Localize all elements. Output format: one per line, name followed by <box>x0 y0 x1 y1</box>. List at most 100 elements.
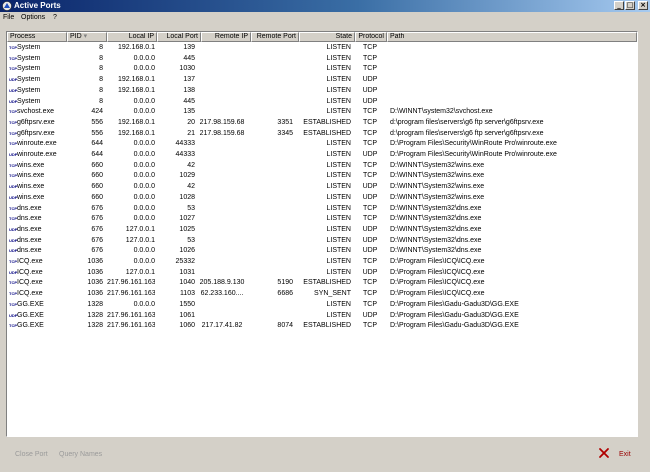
table-row[interactable]: TCP g6ftpsrv.exe 556 192.168.0.1 20 217.98.15… <box>7 118 637 129</box>
table-row[interactable]: UDP dns.exe 676 127.0.0.1 1025 LISTEN UDP D:\WI… <box>7 225 637 236</box>
cell-remote-ip: 217.98.159.68 <box>199 129 245 137</box>
cell-state: LISTEN <box>326 54 351 62</box>
table-row[interactable]: UDP ICQ.exe 1036 127.0.0.1 1031 LISTEN UDP D:\P… <box>7 268 637 279</box>
table-row[interactable]: TCP System 8 0.0.0.0 1030 LISTEN TCP <box>7 64 637 75</box>
cell-pid: 660 <box>91 172 103 180</box>
close-port-button[interactable]: Close Port <box>15 450 48 460</box>
table-row[interactable]: UDP wins.exe 660 0.0.0.0 1028 LISTEN UDP D:\WIN… <box>7 193 637 204</box>
table-row[interactable]: TCP ICQ.exe 1036 217.96.161.163 1103 62.233.1… <box>7 289 637 300</box>
cell-local-port: 20 <box>187 118 195 126</box>
cell-state: LISTEN <box>326 311 351 319</box>
cell-pid: 1036 <box>87 279 103 287</box>
cell-local-ip: 217.96.161.163 <box>107 290 155 298</box>
menu-options[interactable]: Options <box>21 13 45 22</box>
table-row[interactable]: TCP GG.EXE 1328 217.96.161.163 1060 217.17.41… <box>7 321 637 332</box>
cell-remote-ip: 217.98.159.68 <box>199 118 245 126</box>
table-row[interactable]: TCP g6ftpsrv.exe 556 192.168.0.1 21 217.98.15… <box>7 129 637 140</box>
exit-button[interactable]: Exit <box>619 450 631 460</box>
table-row[interactable]: TCP wins.exe 660 0.0.0.0 42 LISTEN TCP D:\WINNT… <box>7 161 637 172</box>
table-row[interactable]: TCP dns.exe 676 0.0.0.0 1027 LISTEN TCP D:\WINN… <box>7 214 637 225</box>
cell-local-port: 1060 <box>179 322 195 330</box>
cell-state: LISTEN <box>326 183 351 191</box>
cell-local-port: 1029 <box>179 172 195 180</box>
cell-path: D:\WINNT\System32\dns.exe <box>390 247 482 255</box>
table-row[interactable]: TCP svchost.exe 424 0.0.0.0 135 LISTEN TCP D:\W… <box>7 107 637 118</box>
close-window-button[interactable]: × <box>638 1 648 10</box>
cell-local-ip: 0.0.0.0 <box>133 97 155 105</box>
cell-local-port: 1031 <box>179 268 195 276</box>
cell-remote-port: 6686 <box>277 290 293 298</box>
cell-path: d:\program files\servers\g6 ftp server\g… <box>390 118 544 126</box>
cell-local-port: 1030 <box>179 65 195 73</box>
cell-protocol: TCP <box>363 54 377 62</box>
cell-state: LISTEN <box>326 76 351 84</box>
cell-local-ip: 0.0.0.0 <box>133 54 155 62</box>
minimize-button[interactable]: _ <box>614 1 624 10</box>
cell-state: LISTEN <box>326 140 351 148</box>
table-row[interactable]: TCP GG.EXE 1328 0.0.0.0 1550 LISTEN TCP D:\Prog… <box>7 300 637 311</box>
cell-local-ip: 217.96.161.163 <box>107 279 155 287</box>
table-row[interactable]: UDP dns.exe 676 127.0.0.1 53 LISTEN UDP D:\WINN… <box>7 236 637 247</box>
table-row[interactable]: TCP ICQ.exe 1036 0.0.0.0 25332 LISTEN TCP D:\Pr… <box>7 257 637 268</box>
ports-list[interactable]: Process PID ▾ Local IP Local Port Remote… <box>6 31 638 437</box>
menu-file[interactable]: File <box>3 13 14 22</box>
cell-process: System <box>17 86 41 94</box>
cell-local-port: 25332 <box>175 258 195 265</box>
table-row[interactable]: TCP System 8 0.0.0.0 445 LISTEN TCP <box>7 54 637 65</box>
cell-local-ip: 192.168.0.1 <box>118 86 155 94</box>
table-row[interactable]: UDP winroute.exe 644 0.0.0.0 44333 LISTEN UDP D… <box>7 150 637 161</box>
cell-process: winroute.exe <box>17 151 57 158</box>
column-header-process[interactable]: Process <box>7 32 67 42</box>
cell-protocol: TCP <box>363 258 377 265</box>
tcp-icon: TCP <box>9 141 17 147</box>
table-row[interactable]: TCP dns.exe 676 0.0.0.0 53 LISTEN TCP D:\WINNT\… <box>7 204 637 215</box>
cell-pid: 676 <box>91 225 103 233</box>
tcp-icon: TCP <box>9 216 17 222</box>
table-row[interactable]: TCP ICQ.exe 1036 217.96.161.163 1040 205.188.… <box>7 278 637 289</box>
column-header-local-port[interactable]: Local Port <box>157 32 201 42</box>
column-header-pid[interactable]: PID ▾ <box>67 32 107 42</box>
table-row[interactable]: UDP System 8 192.168.0.1 138 LISTEN UDP <box>7 86 637 97</box>
cell-process: ICQ.exe <box>17 268 43 276</box>
cell-process: GG.EXE <box>17 311 44 319</box>
cell-local-ip: 0.0.0.0 <box>133 247 155 255</box>
tcp-icon: TCP <box>9 130 17 136</box>
column-header-local-ip[interactable]: Local IP <box>107 32 157 42</box>
cell-process: ICQ.exe <box>17 258 43 265</box>
query-names-button[interactable]: Query Names <box>59 450 102 460</box>
cell-path: D:\Program Files\Gadu-Gadu3D\GG.EXE <box>390 311 519 319</box>
cell-pid: 8 <box>99 44 103 51</box>
menu-bar: File Options ? <box>0 12 650 23</box>
column-header-remote-port[interactable]: Remote Port <box>251 32 299 42</box>
exit-icon[interactable] <box>598 447 610 459</box>
cell-local-port: 1028 <box>179 193 195 201</box>
maximize-button[interactable]: □ <box>625 1 635 10</box>
cell-protocol: TCP <box>363 279 377 287</box>
column-header-remote-ip[interactable]: Remote IP <box>201 32 251 42</box>
cell-local-ip: 0.0.0.0 <box>133 204 155 212</box>
table-row[interactable]: TCP winroute.exe 644 0.0.0.0 44333 LISTEN TCP D… <box>7 139 637 150</box>
cell-local-ip: 0.0.0.0 <box>133 140 155 148</box>
cell-path: D:\Program Files\ICQ\ICQ.exe <box>390 258 485 265</box>
cell-local-ip: 127.0.0.1 <box>125 225 155 233</box>
cell-pid: 676 <box>91 215 103 223</box>
cell-path: D:\Program Files\Security\WinRoute Pro\w… <box>390 151 557 158</box>
menu-help[interactable]: ? <box>53 13 57 22</box>
cell-local-ip: 0.0.0.0 <box>133 172 155 180</box>
table-row[interactable]: UDP System 8 192.168.0.1 137 LISTEN UDP <box>7 75 637 86</box>
tcp-icon: TCP <box>9 173 17 179</box>
column-header-state[interactable]: State <box>299 32 355 42</box>
table-row[interactable]: TCP System 8 192.168.0.1 139 LISTEN TCP <box>7 43 637 54</box>
column-header-protocol[interactable]: Protocol <box>355 32 387 42</box>
tcp-icon: TCP <box>9 280 17 286</box>
table-row[interactable]: UDP wins.exe 660 0.0.0.0 42 LISTEN UDP D:\WINNT… <box>7 182 637 193</box>
cell-local-port: 1103 <box>179 290 195 298</box>
table-row[interactable]: TCP wins.exe 660 0.0.0.0 1029 LISTEN TCP D:\WIN… <box>7 171 637 182</box>
table-row[interactable]: UDP System 8 0.0.0.0 445 LISTEN UDP <box>7 97 637 108</box>
cell-remote-port: 3345 <box>277 129 293 137</box>
table-row[interactable]: UDP GG.EXE 1328 217.96.161.163 1061 LISTEN UDP… <box>7 311 637 322</box>
column-header-path[interactable]: Path <box>387 32 637 42</box>
cell-local-port: 53 <box>187 204 195 212</box>
table-row[interactable]: UDP dns.exe 676 0.0.0.0 1026 LISTEN UDP D:\WINN… <box>7 246 637 257</box>
cell-pid: 644 <box>91 151 103 158</box>
